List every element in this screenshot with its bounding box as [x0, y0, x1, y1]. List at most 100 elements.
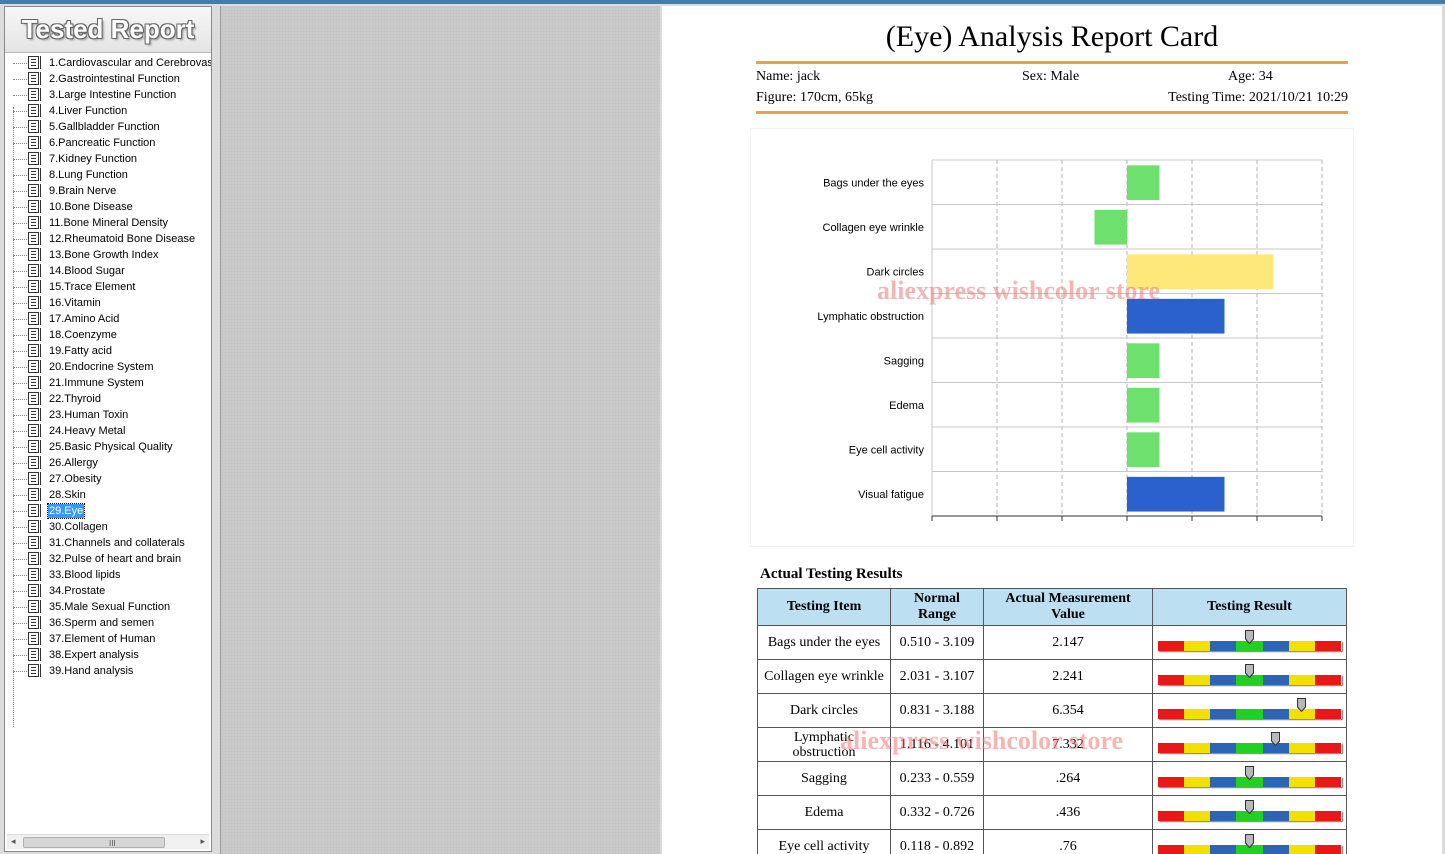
result-normal-range: 0.510 - 3.109 — [890, 625, 984, 660]
chart-category-label: Bags under the eyes — [823, 177, 924, 189]
tree-item[interactable]: 22.Thyroid — [13, 391, 211, 407]
tree-item-label: 27.Obesity — [49, 473, 102, 485]
tree-item[interactable]: 20.Endocrine System — [13, 359, 211, 375]
meter-segment — [1183, 708, 1211, 719]
tree-item[interactable]: 13.Bone Growth Index — [13, 247, 211, 263]
tree-item[interactable]: 10.Bone Disease — [13, 199, 211, 215]
document-icon — [28, 648, 41, 661]
meter-segment — [1315, 776, 1342, 787]
tree-item-label: 10.Bone Disease — [49, 201, 133, 213]
tree-item-label: 16.Vitamin — [49, 297, 101, 309]
tree-item[interactable]: 27.Obesity — [13, 471, 211, 487]
tree-branch-line — [13, 591, 27, 592]
tree-item[interactable]: 18.Coenzyme — [13, 327, 211, 343]
tree-item[interactable]: 39.Hand analysis — [13, 663, 211, 679]
results-table: Testing Item Normal Range Actual Measure… — [757, 588, 1347, 854]
tree-item[interactable]: 2.Gastrointestinal Function — [13, 71, 211, 87]
tree-item-label: 34.Prostate — [49, 585, 106, 597]
meter-segment — [1262, 810, 1289, 821]
tree-item[interactable]: 38.Expert analysis — [13, 647, 211, 663]
chart-category-label: Dark circles — [867, 266, 925, 278]
tree-item[interactable]: 3.Large Intestine Function — [13, 87, 211, 103]
meter-segment — [1210, 810, 1237, 821]
tree-item[interactable]: 11.Bone Mineral Density — [13, 215, 211, 231]
document-icon — [28, 504, 41, 517]
tree-item[interactable]: 9.Brain Nerve — [13, 183, 211, 199]
scroll-left-arrow-icon[interactable]: ◂ — [11, 836, 16, 847]
tree-branch-line — [13, 415, 27, 416]
tree-item[interactable]: 35.Male Sexual Function — [13, 599, 211, 615]
window-top-border — [0, 0, 1445, 4]
tree-item[interactable]: 26.Allergy — [13, 455, 211, 471]
chart-bar — [1127, 254, 1274, 290]
document-icon — [28, 408, 41, 421]
result-actual-value: .436 — [983, 795, 1153, 830]
chart-bar — [1127, 432, 1160, 468]
result-meter-cell — [1152, 795, 1347, 830]
tree-item-label: 28.Skin — [49, 489, 86, 501]
meter-segment — [1210, 674, 1237, 685]
result-meter-cell — [1152, 727, 1347, 762]
tree-item[interactable]: 32.Pulse of heart and brain — [13, 551, 211, 567]
tree-item[interactable]: 29.Eye — [13, 503, 211, 519]
tree-item-label: 2.Gastrointestinal Function — [49, 73, 180, 85]
scrollbar-thumb[interactable]: III — [23, 837, 165, 848]
horizontal-scrollbar[interactable]: ◂ III ▸ — [7, 834, 209, 849]
tree-item[interactable]: 6.Pancreatic Function — [13, 135, 211, 151]
tree-item[interactable]: 19.Fatty acid — [13, 343, 211, 359]
document-icon — [28, 472, 41, 485]
tree-item[interactable]: 34.Prostate — [13, 583, 211, 599]
report-card: (Eye) Analysis Report Card Name: jack Se… — [662, 6, 1442, 854]
document-icon — [28, 664, 41, 677]
meter-pointer-icon — [1245, 765, 1254, 780]
tree-item[interactable]: 8.Lung Function — [13, 167, 211, 183]
document-icon — [28, 584, 41, 597]
table-row: Sagging 0.233 - 0.559.264 — [757, 761, 1347, 796]
tree-item[interactable]: 4.Liver Function — [13, 103, 211, 119]
document-icon — [28, 296, 41, 309]
tree-item[interactable]: 28.Skin — [13, 487, 211, 503]
tree-item[interactable]: 7.Kidney Function — [13, 151, 211, 167]
tree-item[interactable]: 25.Basic Physical Quality — [13, 439, 211, 455]
tree-branch-line — [13, 575, 27, 576]
document-icon — [28, 184, 41, 197]
tree-item[interactable]: 14.Blood Sugar — [13, 263, 211, 279]
result-normal-range: 0.332 - 0.726 — [890, 795, 984, 830]
meter-segment — [1262, 640, 1289, 651]
meter-segment — [1262, 674, 1289, 685]
scrollbar-grip: III — [109, 839, 116, 848]
tree-item[interactable]: 17.Amino Acid — [13, 311, 211, 327]
meter-segment — [1210, 742, 1237, 753]
chart-bar — [1127, 387, 1160, 423]
tree-item[interactable]: 16.Vitamin — [13, 295, 211, 311]
tree-item-label: 38.Expert analysis — [49, 649, 139, 661]
report-title: (Eye) Analysis Report Card — [885, 20, 1219, 53]
result-item: Lymphatic obstruction — [757, 727, 891, 762]
tree-item[interactable]: 36.Sperm and semen — [13, 615, 211, 631]
table-row: Eye cell activity 0.118 - 0.892.76 — [757, 829, 1347, 854]
tree-item[interactable]: 37.Element of Human — [13, 631, 211, 647]
scroll-right-arrow-icon[interactable]: ▸ — [200, 836, 205, 847]
document-icon — [28, 376, 41, 389]
tree-branch-line — [13, 111, 27, 112]
tree-item[interactable]: 15.Trace Element — [13, 279, 211, 295]
tree-item[interactable]: 23.Human Toxin — [13, 407, 211, 423]
tree-item[interactable]: 5.Gallbladder Function — [13, 119, 211, 135]
tree-item-label: 20.Endocrine System — [49, 361, 154, 373]
tree-item[interactable]: 30.Collagen — [13, 519, 211, 535]
document-icon — [28, 632, 41, 645]
result-meter-cell — [1152, 829, 1347, 854]
tree-item[interactable]: 24.Heavy Metal — [13, 423, 211, 439]
tree-item-label: 21.Immune System — [49, 377, 144, 389]
tree-item[interactable]: 12.Rheumatoid Bone Disease — [13, 231, 211, 247]
meter-segment — [1157, 640, 1184, 651]
tree-branch-line — [13, 495, 27, 496]
tree-item[interactable]: 21.Immune System — [13, 375, 211, 391]
tree-branch-line — [13, 543, 27, 544]
patient-age: Age: 34 — [1228, 69, 1273, 84]
tree-item[interactable]: 31.Channels and collaterals — [13, 535, 211, 551]
tree-branch-line — [13, 639, 27, 640]
tree-item-label: 36.Sperm and semen — [49, 617, 155, 629]
tree-item[interactable]: 1.Cardiovascular and Cerebrovas — [13, 55, 211, 71]
tree-item[interactable]: 33.Blood lipids — [13, 567, 211, 583]
